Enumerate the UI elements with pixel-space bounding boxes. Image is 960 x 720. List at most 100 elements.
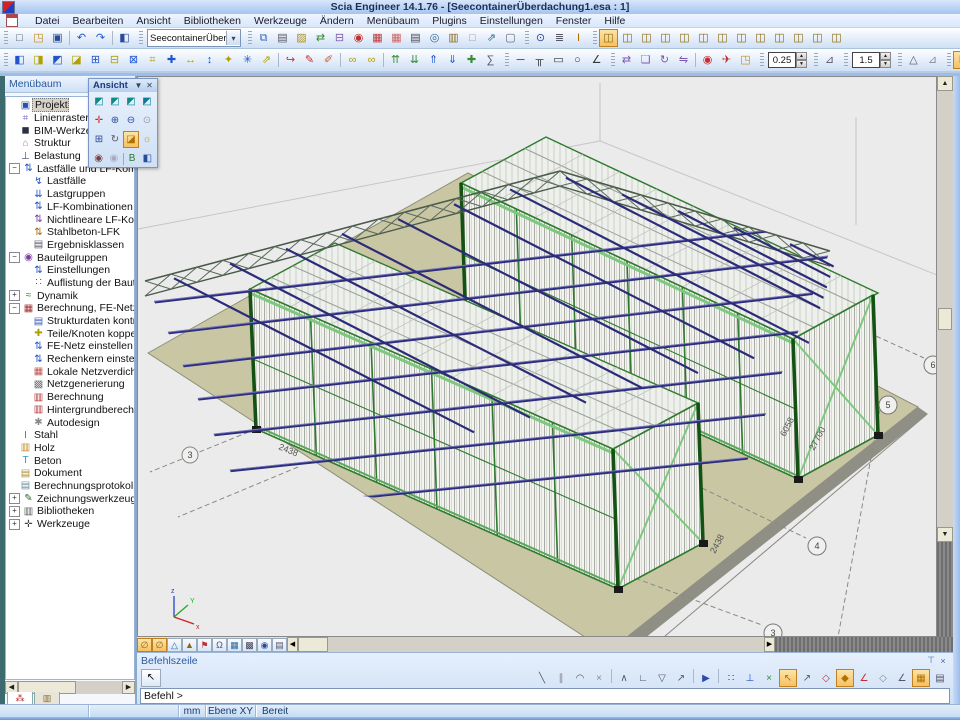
view-preset-11-icon[interactable]: ◫ <box>789 29 808 47</box>
view-preset-6-icon[interactable]: ◫ <box>694 29 713 47</box>
result-display-icon[interactable]: ▩ <box>242 638 257 652</box>
sidebar-item-lastflle[interactable]: ↯Lastfälle <box>6 175 134 188</box>
mesh-display-icon[interactable]: ▦ <box>227 638 242 652</box>
paste-data-icon[interactable]: ⊟ <box>330 29 349 47</box>
sidebar-item-einstellungen[interactable]: ⇅Einstellungen <box>6 264 134 277</box>
sidebar-item-holz[interactable]: ▥Holz <box>6 442 134 455</box>
vscroll-thumb[interactable] <box>938 308 952 330</box>
menu-plugins[interactable]: Plugins <box>432 15 466 27</box>
menu-bibliotheken[interactable]: Bibliotheken <box>184 15 241 27</box>
scroll-right-icon[interactable]: ▶ <box>764 637 775 652</box>
undo-icon[interactable]: ↶ <box>72 29 91 47</box>
snap-parallel-icon[interactable]: ∥ <box>552 669 570 687</box>
load-display-1-icon[interactable]: B <box>953 51 960 69</box>
round-select-icon[interactable]: ◉ <box>349 29 368 47</box>
sidebar-item-auflistungderbaute[interactable]: ∷Auflistung der Bauteilg <box>6 277 134 290</box>
node-tool-4-icon[interactable]: ◪ <box>67 51 86 69</box>
sidebar-item-beton[interactable]: TBeton <box>6 454 134 467</box>
command-panel-header[interactable]: Befehlszeile ⊤ × <box>137 653 953 668</box>
view-preset-8-icon[interactable]: ◫ <box>732 29 751 47</box>
snap-table-icon[interactable]: ▤ <box>931 669 949 687</box>
view-preset-13-icon[interactable]: ◫ <box>827 29 846 47</box>
view-preset-4-icon[interactable]: ◫ <box>656 29 675 47</box>
view-iso-2-icon[interactable]: ◩ <box>107 93 123 110</box>
sidebar-item-dynamik[interactable]: +≈Dynamik <box>6 289 134 302</box>
collapse-icon[interactable]: − <box>9 163 20 174</box>
storey-level-icon[interactable]: △ <box>167 638 182 652</box>
snap-arc-icon[interactable]: ◠ <box>571 669 589 687</box>
draw-rectangle-icon[interactable]: ▭ <box>549 51 568 69</box>
draw-polyline-icon[interactable]: ╥ <box>530 51 549 69</box>
hscroll-thumb[interactable] <box>298 637 328 652</box>
snap-intersection-icon[interactable]: ◇ <box>874 669 892 687</box>
node-tool-8-icon[interactable]: ⌗ <box>143 51 162 69</box>
snap-delete-icon[interactable]: × <box>590 669 608 687</box>
light-toggle-icon[interactable]: ☼ <box>139 131 155 148</box>
status-plane[interactable]: Ebene XY <box>206 705 256 717</box>
zoom-document-icon[interactable]: ⊙ <box>531 29 550 47</box>
expand-icon[interactable]: + <box>9 519 20 530</box>
table-check-icon[interactable]: ▦ <box>387 29 406 47</box>
redo-icon[interactable]: ↷ <box>91 29 110 47</box>
search-view-icon[interactable]: ◉ <box>257 638 272 652</box>
project-combo[interactable]: SeecontainerÜberdac▾ <box>147 29 241 47</box>
view-preset-2-icon[interactable]: ◫ <box>618 29 637 47</box>
paste-down-icon[interactable]: ⇓ <box>443 51 462 69</box>
snap-edge-icon[interactable]: ∠ <box>855 669 873 687</box>
node-tool-13-icon[interactable]: ✳ <box>238 51 257 69</box>
weight-display-icon[interactable]: Ω <box>212 638 227 652</box>
snap-polygon-icon[interactable]: ▽ <box>653 669 671 687</box>
print-icon[interactable]: ▤ <box>406 29 425 47</box>
menu-werkzeuge[interactable]: Werkzeuge <box>254 15 307 27</box>
snap-cross-icon[interactable]: × <box>760 669 778 687</box>
node-tool-12-icon[interactable]: ✦ <box>219 51 238 69</box>
node-tool-6-icon[interactable]: ⊟ <box>105 51 124 69</box>
camera-view-off-icon[interactable]: ◉ <box>106 150 121 167</box>
sidebar-item-teileknotenkoppeln[interactable]: ✚Teile/Knoten koppeln <box>6 327 134 340</box>
node-tool-1-icon[interactable]: ◧ <box>10 51 29 69</box>
camera-view-icon[interactable]: ◉ <box>91 150 106 167</box>
collapse-icon[interactable]: − <box>9 303 20 314</box>
sidebar-item-lfkombinationen[interactable]: ⇅LF-Kombinationen <box>6 201 134 214</box>
group-grip[interactable] <box>844 53 848 67</box>
view-iso-3-icon[interactable]: ◩ <box>123 93 139 110</box>
open-view-folder-icon[interactable]: ◳ <box>736 51 755 69</box>
add-part-icon[interactable]: ✚ <box>462 51 481 69</box>
rotate-copy-icon[interactable]: ↻ <box>655 51 674 69</box>
connect-2-icon[interactable]: ∞ <box>362 51 381 69</box>
sidebar-item-ergebnisklassen[interactable]: ▤Ergebnisklassen <box>6 239 134 252</box>
group-grip[interactable] <box>248 31 252 45</box>
picture-book-icon[interactable]: ▥ <box>444 29 463 47</box>
screen-view-icon[interactable]: ◧ <box>140 150 155 167</box>
group-grip[interactable] <box>593 31 597 45</box>
group-grip[interactable] <box>525 31 529 45</box>
draw-arc-icon[interactable]: ∠ <box>587 51 606 69</box>
window-layout-icon[interactable]: ◧ <box>115 29 134 47</box>
view-iso-4-icon[interactable]: ◩ <box>139 93 155 110</box>
polyline-edit-icon[interactable]: ✎ <box>300 51 319 69</box>
clip-plane-2-icon[interactable]: ∅ <box>152 638 167 652</box>
track-pointer-icon[interactable]: ▶ <box>697 669 715 687</box>
node-tool-11-icon[interactable]: ↕ <box>200 51 219 69</box>
group-grip[interactable] <box>611 53 615 67</box>
snap-midpoint-icon[interactable]: ↗ <box>798 669 816 687</box>
storeys-icon[interactable]: ≣ <box>550 29 569 47</box>
zoom-out-icon[interactable]: ⊖ <box>123 112 139 129</box>
image-gallery-icon[interactable]: ▨ <box>292 29 311 47</box>
command-input[interactable]: Befehl > <box>140 688 950 704</box>
load-scale-spinner[interactable]: 0.25▲▼ <box>768 52 807 68</box>
group-grip[interactable] <box>760 53 764 67</box>
scroll-left-icon[interactable]: ◀ <box>287 637 298 652</box>
copy-down-icon[interactable]: ⇊ <box>405 51 424 69</box>
document-extra-icon[interactable]: ▢ <box>501 29 520 47</box>
curve-edit-icon[interactable]: ↪ <box>281 51 300 69</box>
pin-icon[interactable]: ⊤ <box>925 655 937 666</box>
snap-percent-icon[interactable]: ◇ <box>817 669 835 687</box>
status-units[interactable]: mm <box>179 705 206 717</box>
snap-line-icon[interactable]: ╲ <box>533 669 551 687</box>
surface-edit-icon[interactable]: ✐ <box>319 51 338 69</box>
group-grip[interactable] <box>139 31 143 45</box>
sidebar-item-berechnung[interactable]: ▥Berechnung <box>6 391 134 404</box>
hide-plane-icon[interactable]: ✈ <box>717 51 736 69</box>
snap-length-icon[interactable]: ∠ <box>893 669 911 687</box>
